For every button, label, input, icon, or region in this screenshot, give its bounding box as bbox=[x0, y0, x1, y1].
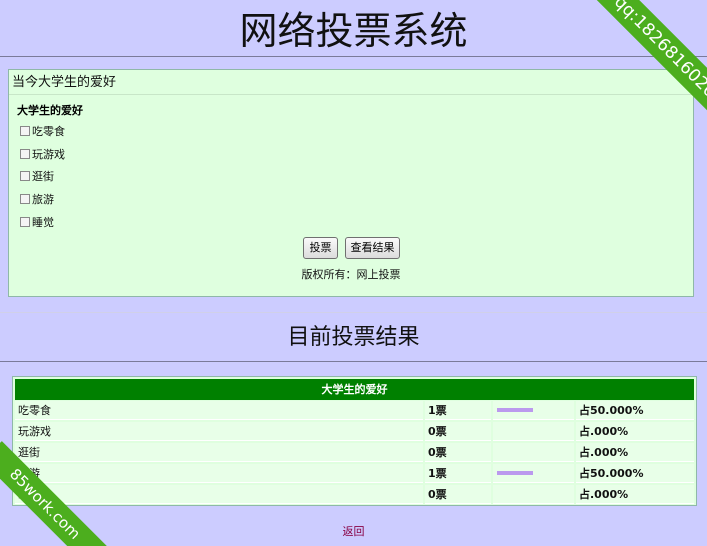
option-cell: 睡觉 bbox=[15, 485, 423, 504]
checkbox[interactable] bbox=[20, 171, 30, 181]
option-games[interactable]: 玩游戏 bbox=[20, 147, 65, 161]
option-shopping[interactable]: 逛街 bbox=[20, 169, 54, 183]
table-row: 玩游戏 0票 占.000% bbox=[15, 422, 694, 441]
option-label: 吃零食 bbox=[32, 125, 65, 138]
option-label: 睡觉 bbox=[32, 216, 54, 229]
checkbox[interactable] bbox=[20, 126, 30, 136]
view-results-button[interactable]: 查看结果 bbox=[345, 237, 400, 259]
bar-cell bbox=[493, 422, 574, 441]
checkbox[interactable] bbox=[20, 149, 30, 159]
option-label: 玩游戏 bbox=[32, 148, 65, 161]
results-section-header: 目前投票结果 bbox=[0, 312, 707, 362]
checkbox[interactable] bbox=[20, 194, 30, 204]
votes-cell: 0票 bbox=[425, 443, 491, 462]
copyright-text: 版权所有：网上投票 bbox=[301, 268, 401, 281]
votes-cell: 0票 bbox=[425, 422, 491, 441]
checkbox[interactable] bbox=[20, 217, 30, 227]
results-table: 大学生的爱好 吃零食 1票 占50.000% 玩游戏 0票 占.000% 逛街 … bbox=[12, 376, 697, 506]
back-link[interactable]: 返回 bbox=[0, 523, 707, 539]
option-sleep[interactable]: 睡觉 bbox=[20, 215, 54, 229]
option-cell: 吃零食 bbox=[15, 401, 423, 420]
table-row: 吃零食 1票 占50.000% bbox=[15, 401, 694, 420]
table-row: 逛街 0票 占.000% bbox=[15, 443, 694, 462]
page-title: 网络投票系统 bbox=[239, 9, 468, 53]
vote-bar bbox=[497, 408, 533, 412]
votes-cell: 1票 bbox=[425, 401, 491, 420]
table-row: 旅游 1票 占50.000% bbox=[15, 464, 694, 483]
percent-cell: 占.000% bbox=[576, 485, 694, 504]
poll-question: 大学生的爱好 bbox=[17, 104, 83, 117]
bar-cell bbox=[493, 443, 574, 462]
poll-panel: 当今大学生的爱好 大学生的爱好 吃零食 玩游戏 逛街 旅游 睡觉 投票 查看结果… bbox=[8, 69, 694, 297]
bar-cell bbox=[493, 464, 574, 483]
vote-button[interactable]: 投票 bbox=[303, 237, 338, 259]
option-cell: 逛街 bbox=[15, 443, 423, 462]
table-row: 睡觉 0票 占.000% bbox=[15, 485, 694, 504]
results-table-title: 大学生的爱好 bbox=[15, 379, 694, 400]
option-label: 旅游 bbox=[32, 193, 54, 206]
vote-bar bbox=[497, 471, 533, 475]
votes-cell: 0票 bbox=[425, 485, 491, 504]
results-title: 目前投票结果 bbox=[287, 325, 420, 350]
option-travel[interactable]: 旅游 bbox=[20, 192, 54, 206]
option-cell: 旅游 bbox=[15, 464, 423, 483]
votes-cell: 1票 bbox=[425, 464, 491, 483]
title-bar: 网络投票系统 bbox=[0, 0, 707, 57]
bar-cell bbox=[493, 401, 574, 420]
option-snacks[interactable]: 吃零食 bbox=[20, 124, 65, 138]
percent-cell: 占50.000% bbox=[576, 464, 694, 483]
poll-header: 当今大学生的爱好 bbox=[9, 70, 693, 95]
bar-cell bbox=[493, 485, 574, 504]
option-label: 逛街 bbox=[32, 170, 54, 183]
option-cell: 玩游戏 bbox=[15, 422, 423, 441]
percent-cell: 占.000% bbox=[576, 443, 694, 462]
percent-cell: 占.000% bbox=[576, 422, 694, 441]
percent-cell: 占50.000% bbox=[576, 401, 694, 420]
